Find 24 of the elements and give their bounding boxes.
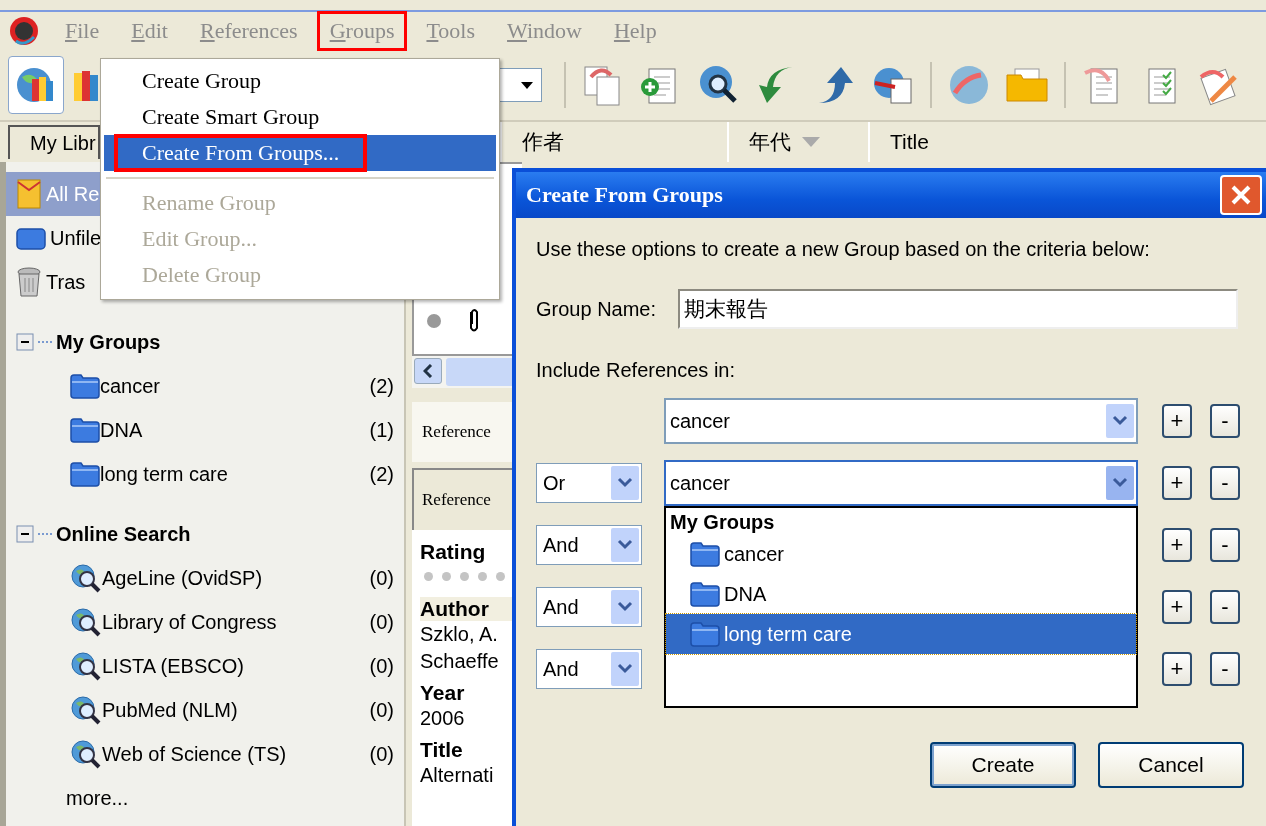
item-count: (0) — [369, 698, 394, 722]
field-value: Schaeffe — [420, 649, 500, 674]
item-count: (2) — [369, 374, 394, 398]
item-count: (2) — [369, 462, 394, 486]
item-count: (0) — [369, 654, 394, 678]
field-value: 2006 — [420, 706, 466, 731]
section-header: My Groups — [56, 330, 161, 354]
section-label: Include References in: — [536, 359, 736, 382]
field-label: Group Name: — [536, 297, 657, 321]
item-count: (1) — [369, 418, 394, 442]
section-header: Online Search — [56, 522, 191, 546]
field-label: Year — [420, 681, 466, 705]
item-count: (0) — [369, 610, 394, 634]
list-heading: My Groups — [669, 510, 776, 534]
dialog-instructions: Use these options to create a new Group based on the criteria below: — [536, 238, 1151, 261]
item-count: (0) — [369, 742, 394, 766]
dialog-title: Create From Groups — [526, 182, 723, 208]
field-value: Szklo, A. — [420, 622, 499, 647]
field-label: Author — [420, 597, 490, 621]
field-value: Alternati — [420, 763, 495, 788]
panel-header: Reference — [422, 490, 491, 510]
item-count: (0) — [369, 566, 394, 590]
field-label: Title — [420, 738, 464, 762]
field-label: Rating — [420, 540, 487, 564]
